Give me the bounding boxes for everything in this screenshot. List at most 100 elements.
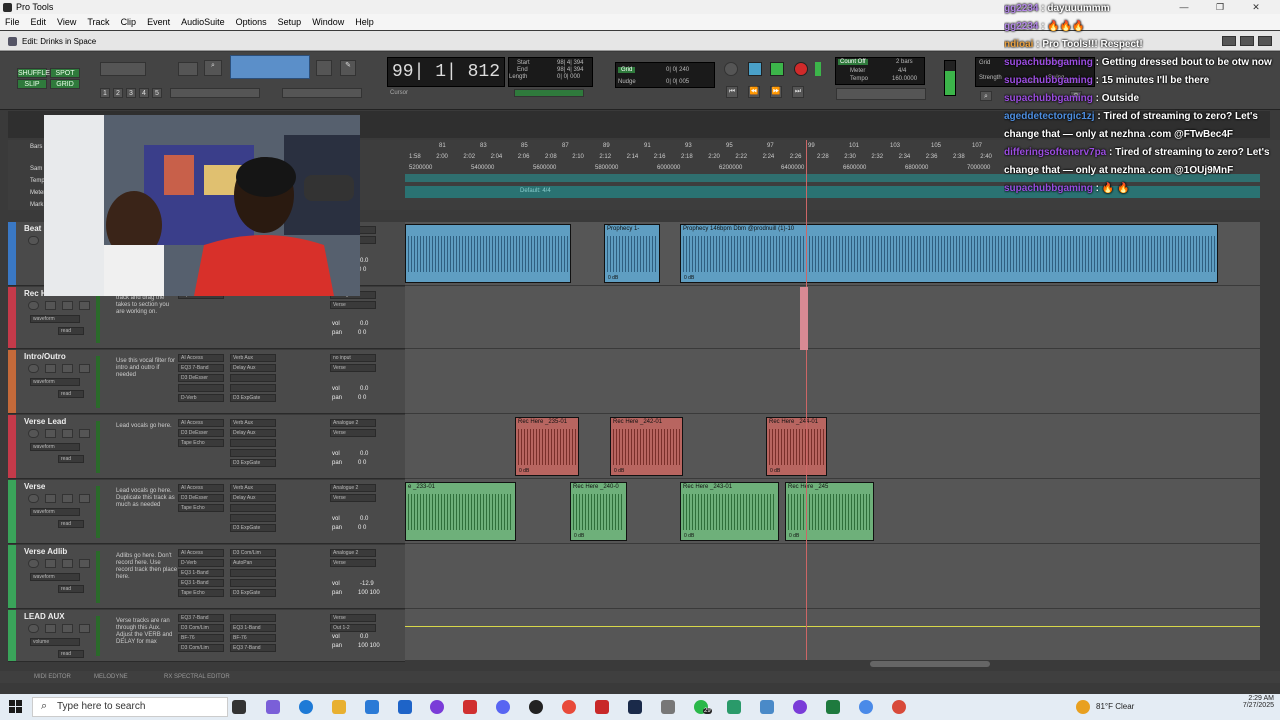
send-slot[interactable] [230,449,276,457]
send-slot[interactable] [230,579,276,587]
menu-clip[interactable]: Clip [116,14,143,30]
menu-help[interactable]: Help [350,14,380,30]
online-button[interactable] [724,62,738,76]
zoomer-tool-icon[interactable]: ⌕ [204,60,222,76]
audio-clip[interactable]: Rec Here _243-01 0 dB [680,482,779,541]
input-enable-button[interactable] [45,559,56,568]
send-slot[interactable]: Delay Aux [230,364,276,372]
task-view-icon[interactable] [232,700,246,714]
send-slot[interactable]: EQ3 7-Band [230,644,276,652]
speaker-tool-icon[interactable] [316,60,332,76]
output-selector[interactable]: Verse [330,364,376,372]
audio-clip[interactable]: Rec Here _240-0 0 dB [570,482,627,541]
chrome-icon[interactable] [562,700,576,714]
volume-value[interactable]: -12.9 [360,581,374,587]
spot-mode-button[interactable]: SPOT [50,68,80,78]
pan-value[interactable]: 100 100 [358,590,380,596]
system-clock[interactable]: 2:29 AM 7/27/2025 [1243,694,1274,709]
stop-button[interactable] [748,62,762,76]
track-name[interactable]: Verse Lead [24,417,88,426]
insert-slot[interactable]: AI Access [178,549,224,557]
output-selector[interactable]: Verse [330,301,376,309]
insert-slot[interactable]: Tape Echo [178,589,224,597]
tab-rx-spectral-editor[interactable]: RX SPECTRAL EDITOR [164,674,230,680]
input-selector[interactable]: no input [330,354,376,362]
media-icon[interactable] [463,700,477,714]
window-icon[interactable] [760,700,774,714]
automation-mode-selector[interactable]: read [58,520,84,528]
solo-enable-button[interactable] [62,429,73,438]
menu-audiosuite[interactable]: AudioSuite [176,14,231,30]
track-lane[interactable] [405,350,1260,414]
excel-icon[interactable] [826,700,840,714]
steam-icon[interactable] [628,700,642,714]
audio-clip[interactable]: Prophecy 146bpm Dbm @prodnuill (1)-10 0 d… [680,224,1218,283]
send-slot[interactable]: Verb Aux [230,419,276,427]
send-slot[interactable] [230,569,276,577]
insert-slot[interactable]: D3 DeEsser [178,374,224,382]
track-header[interactable]: Verse Lead waveform read Lead vocals go her… [8,415,405,479]
track-view-selector[interactable]: volume [30,638,80,646]
chat-username[interactable]: supachubbgaming [1004,57,1093,68]
end-value[interactable]: 98| 4| 394 [557,67,583,73]
chat-username[interactable]: ageddetectorgic1zj [1004,111,1095,122]
edge-icon[interactable] [299,700,313,714]
record-button[interactable] [794,62,808,76]
solo-enable-button[interactable] [62,559,73,568]
automation-mode-selector[interactable]: read [58,455,84,463]
pan-value[interactable]: 100 100 [358,643,380,649]
input-selector[interactable]: Verse [330,614,376,622]
track-view-selector[interactable]: waveform [30,508,80,516]
mute-enable-button[interactable] [79,624,90,633]
send-slot[interactable]: D3 ExpGate [230,524,276,532]
send-slot[interactable]: Delay Aux [230,494,276,502]
rec-enable-button[interactable] [28,236,39,245]
track-lane[interactable] [405,545,1260,609]
chat-username[interactable]: differingsoftenerv7pa [1004,147,1106,158]
input-enable-button[interactable] [45,301,56,310]
audio-clip[interactable]: Rec Here _242-01 0 dB [610,417,683,476]
send-slot[interactable] [230,439,276,447]
insert-slot[interactable]: D3 DeEsser [178,494,224,502]
nudge-value[interactable]: 0| 0| 005 [666,79,689,85]
volume-value[interactable]: 0.0 [360,386,368,392]
volume-value[interactable]: 0.0 [360,321,368,327]
pan-value[interactable]: 0 0 [358,460,366,466]
audio-clip[interactable] [405,224,571,283]
input-selector[interactable]: Analogue 2 [330,419,376,427]
rec-enable-button[interactable] [28,364,39,373]
track-comment[interactable]: Lead vocals go here. [116,423,178,430]
zoom-preset-2[interactable]: 2 [113,88,123,98]
link-buttons[interactable] [282,88,362,98]
adobe-icon[interactable] [595,700,609,714]
chat-username[interactable]: gg2234 [1004,3,1038,14]
track-name[interactable]: Verse [24,482,88,491]
automation-mode-selector[interactable]: read [58,327,84,335]
output-selector[interactable]: Verse [330,559,376,567]
insert-slot[interactable]: EQ3 7-Band [178,614,224,622]
track-name[interactable]: Intro/Outro [24,352,88,361]
input-selector[interactable]: Analogue 2 [330,549,376,557]
volume-value[interactable]: 0.0 [360,516,368,522]
insert-slot[interactable]: AI Access [178,354,224,362]
discord-icon[interactable] [496,700,510,714]
track-lane[interactable]: e _233-01 Rec Here _240-0 0 dB Rec Here _24… [405,480,1260,544]
tab-midi-editor[interactable]: MIDI EDITOR [34,674,71,680]
track-lane[interactable]: Rec Here _235-01 0 dB Rec Here _242-01 0 dB… [405,415,1260,479]
output-selector[interactable]: Verse [330,429,376,437]
send-slot[interactable] [230,614,276,622]
insert-slot[interactable]: D-Verb [178,559,224,567]
track-header[interactable]: Verse Adlib waveform read Adlibs go here. D… [8,545,405,609]
audio-clip[interactable]: Rec Here _235-01 0 dB [515,417,579,476]
length-value[interactable]: 0| 0| 000 [557,74,580,80]
zoom-preset-5[interactable]: 5 [152,88,162,98]
horizontal-scrollbar[interactable] [870,661,990,667]
menu-edit[interactable]: Edit [26,14,53,30]
send-slot[interactable]: EQ3 1-Band [230,624,276,632]
edit-tools-group[interactable] [230,55,310,79]
send-slot[interactable]: D3 ExpGate [230,459,276,467]
volume-value[interactable]: 0.0 [360,451,368,457]
insert-slot[interactable]: EQ3 7-Band [178,364,224,372]
meter-value[interactable]: 4/4 [898,68,906,74]
output-selector[interactable]: Verse [330,494,376,502]
